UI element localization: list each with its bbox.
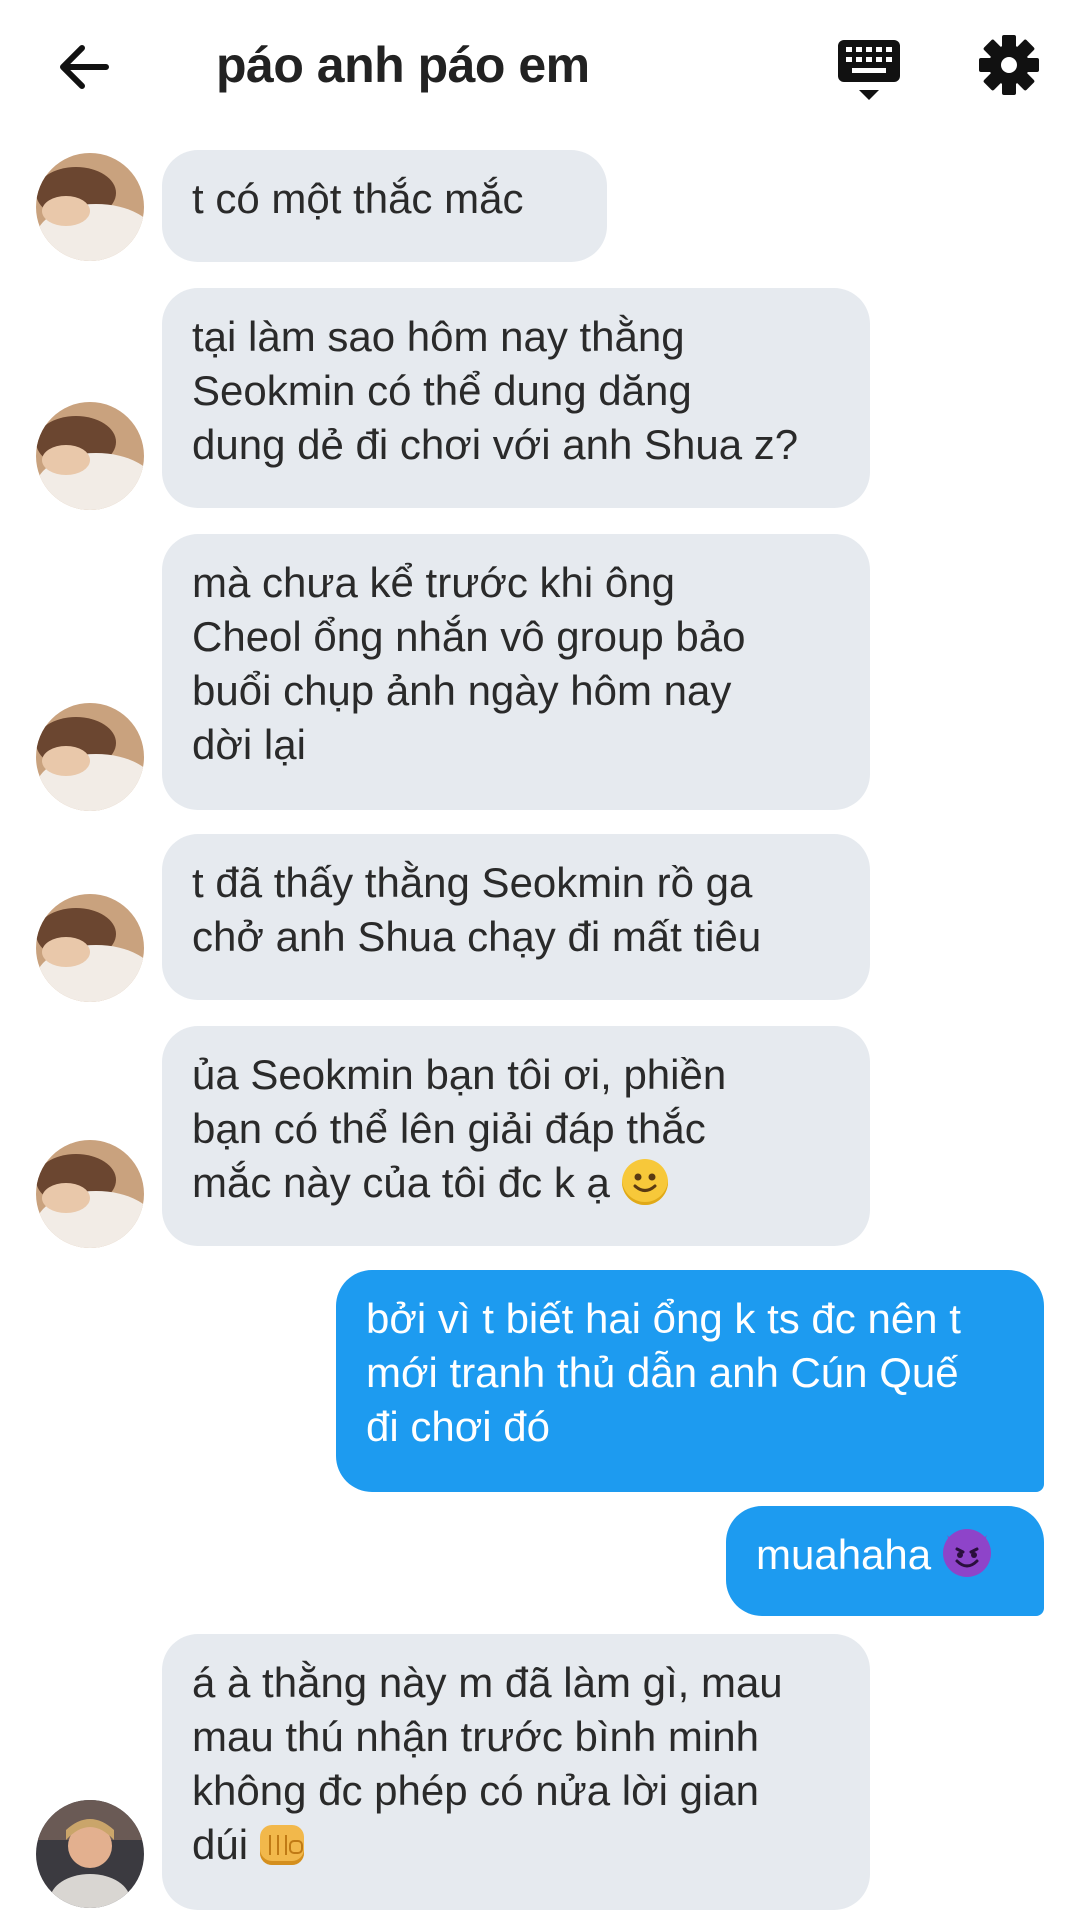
message-text: Seokmin có thể dung dăng bbox=[192, 367, 692, 414]
message-text: không đc phép có nửa lời gian bbox=[192, 1767, 760, 1814]
fist-emoji bbox=[259, 1825, 304, 1865]
message-text: tại làm sao hôm nay thằng bbox=[192, 313, 685, 360]
message-text: mà chưa kể trước khi ông bbox=[192, 559, 675, 606]
avatar[interactable] bbox=[36, 1800, 144, 1908]
chat-header: páo anh páo em bbox=[0, 0, 1079, 130]
message-text: buổi chụp ảnh ngày hôm nay bbox=[192, 667, 732, 714]
slightly-smiling-face-emoji bbox=[621, 1159, 668, 1205]
message-bubble-outgoing[interactable]: bởi vì t biết hai ổng k ts đc nên t mới … bbox=[336, 1270, 1044, 1492]
page-title: páo anh páo em bbox=[216, 37, 590, 93]
message-bubble-incoming[interactable]: t có một thắc mắc bbox=[162, 150, 607, 262]
keyboard-icon[interactable] bbox=[836, 38, 902, 102]
message-text: mới tranh thủ dẫn anh Cún Quế bbox=[366, 1349, 959, 1396]
message-bubble-incoming[interactable]: t đã thấy thằng Seokmin rồ ga chở anh Sh… bbox=[162, 834, 870, 1000]
message-bubble-outgoing[interactable]: muahaha bbox=[726, 1506, 1044, 1616]
avatar[interactable] bbox=[36, 1140, 144, 1248]
message-text: mau thú nhận trước bình minh bbox=[192, 1713, 759, 1760]
avatar[interactable] bbox=[36, 402, 144, 510]
message-text: á à thằng này m đã làm gì, mau bbox=[192, 1659, 783, 1706]
message-bubble-incoming[interactable]: á à thằng này m đã làm gì, mau mau thú n… bbox=[162, 1634, 870, 1910]
message-text: t có một thắc mắc bbox=[192, 175, 524, 222]
avatar[interactable] bbox=[36, 703, 144, 811]
message-text: mắc này của tôi đc k ạ bbox=[192, 1159, 610, 1206]
message-text: dúi bbox=[192, 1821, 249, 1868]
message-text: ủa Seokmin bạn tôi ơi, phiền bbox=[192, 1051, 727, 1098]
avatar[interactable] bbox=[36, 894, 144, 1002]
message-bubble-incoming[interactable]: mà chưa kể trước khi ông Cheol ổng nhắn … bbox=[162, 534, 870, 810]
message-text: dung dẻ đi chơi với anh Shua z? bbox=[192, 421, 799, 468]
message-bubble-incoming[interactable]: ủa Seokmin bạn tôi ơi, phiền bạn có thể … bbox=[162, 1026, 870, 1246]
message-text: chở anh Shua chạy đi mất tiêu bbox=[192, 913, 762, 960]
message-text: dời lại bbox=[192, 721, 306, 768]
message-text: đi chơi đó bbox=[366, 1403, 550, 1450]
avatar[interactable] bbox=[36, 153, 144, 261]
gear-icon[interactable] bbox=[978, 34, 1040, 96]
message-text: bạn có thể lên giải đáp thắc bbox=[192, 1105, 706, 1152]
arrow-left-icon[interactable] bbox=[52, 35, 116, 99]
message-bubble-incoming[interactable]: tại làm sao hôm nay thằng Seokmin có thể… bbox=[162, 288, 870, 508]
message-text: t đã thấy thằng Seokmin rồ ga bbox=[192, 859, 753, 906]
message-text: muahaha bbox=[756, 1531, 932, 1578]
message-text: bởi vì t biết hai ổng k ts đc nên t bbox=[366, 1295, 961, 1342]
smiling-devil-emoji bbox=[942, 1529, 991, 1577]
message-text: Cheol ổng nhắn vô group bảo bbox=[192, 613, 746, 660]
